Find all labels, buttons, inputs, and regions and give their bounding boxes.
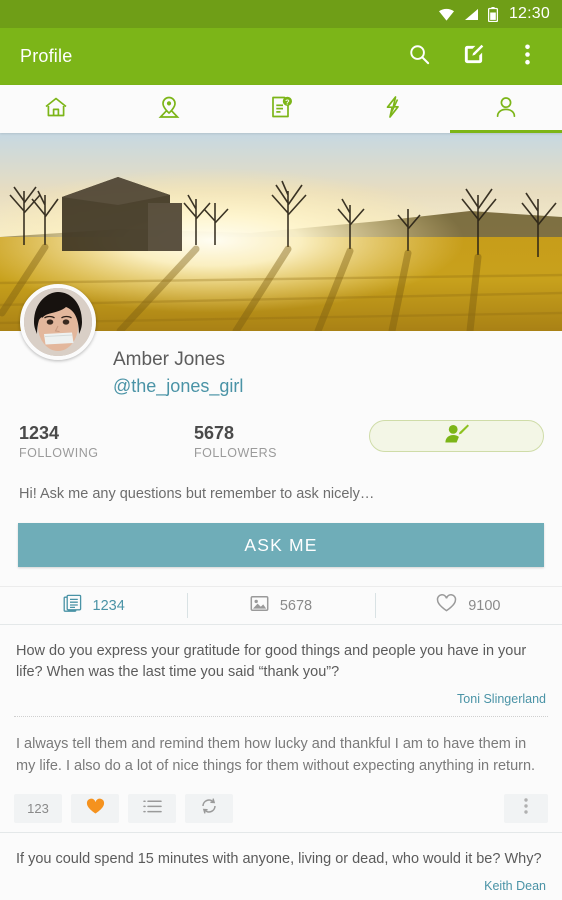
question-asker[interactable]: Keith Dean — [16, 870, 546, 900]
question-text: If you could spend 15 minutes with anyon… — [16, 851, 542, 867]
search-icon — [408, 43, 431, 71]
stat-answers[interactable]: 1234 — [0, 587, 187, 624]
followers-counter[interactable]: 5678 FOLLOWERS — [194, 422, 369, 462]
following-count: 1234 — [19, 423, 60, 443]
overflow-menu-icon — [524, 44, 530, 70]
profile-screen: 12:30 Profile ? Amber Jones @the_jones_g… — [0, 0, 562, 900]
search-button[interactable] — [398, 36, 440, 78]
tab-profile[interactable] — [449, 85, 562, 133]
repost-icon — [200, 797, 218, 820]
followers-count: 5678 — [194, 423, 235, 443]
profile-bio: Hi! Ask me any questions but remember to… — [19, 486, 375, 502]
question-asker[interactable]: Toni Slingerland — [16, 683, 546, 716]
profile-header: Amber Jones @the_jones_girl 1234 FOLLOWI… — [0, 284, 562, 504]
profile-full-name: Amber Jones — [113, 349, 225, 370]
signal-icon — [464, 8, 479, 21]
app-bar: Profile — [0, 28, 562, 85]
location-pin-icon — [155, 93, 183, 126]
edit-profile-icon — [444, 423, 470, 450]
person-icon — [492, 93, 520, 126]
post-overflow-button[interactable] — [504, 794, 548, 823]
stat-photos-value: 5678 — [279, 597, 313, 614]
following-counter[interactable]: 1234 FOLLOWING — [19, 422, 194, 462]
question-document-icon: ? — [267, 93, 295, 126]
tab-nearby[interactable] — [112, 85, 224, 133]
stat-likes-value: 9100 — [468, 597, 501, 614]
profile-stats-bar: 1234 5678 9100 — [0, 586, 562, 625]
app-bar-actions — [398, 36, 548, 78]
stat-likes[interactable]: 9100 — [374, 587, 562, 624]
tab-bar: ? — [0, 85, 562, 133]
following-label: FOLLOWING — [19, 446, 99, 460]
page-title: Profile — [20, 46, 73, 66]
wifi-icon — [438, 8, 455, 21]
like-count-button[interactable]: 123 — [14, 794, 62, 823]
photo-icon — [250, 594, 269, 618]
profile-username[interactable]: @the_jones_girl — [113, 373, 544, 400]
edit-profile-button[interactable] — [369, 420, 544, 452]
battery-icon — [487, 6, 498, 22]
answer-text: I always tell them and remind them how l… — [16, 736, 536, 774]
status-bar-time: 12:30 — [508, 5, 550, 22]
profile-counters: 1234 FOLLOWING 5678 FOLLOWERS — [18, 400, 544, 462]
answers-document-icon — [63, 594, 82, 618]
profile-names: Amber Jones @the_jones_girl — [18, 331, 544, 400]
question-block: If you could spend 15 minutes with anyon… — [0, 833, 562, 900]
avatar-image — [24, 288, 92, 356]
feed: How do you express your gratitude for go… — [0, 625, 562, 900]
compose-icon — [462, 43, 485, 71]
lightning-bolt-icon — [379, 93, 407, 126]
list-icon — [142, 799, 162, 819]
heart-outline-icon — [436, 593, 457, 618]
app-bar-overflow-button[interactable] — [506, 36, 548, 78]
action-bar-spacer — [242, 794, 495, 823]
home-icon — [42, 93, 70, 126]
post-action-bar: 123 — [0, 794, 562, 833]
avatar[interactable] — [20, 284, 96, 360]
tab-home[interactable] — [0, 85, 112, 133]
question-text: How do you express your gratitude for go… — [16, 643, 527, 680]
feed-post: How do you express your gratitude for go… — [0, 625, 562, 833]
svg-text:?: ? — [285, 97, 290, 106]
stat-answers-value: 1234 — [92, 597, 125, 614]
tab-questions[interactable]: ? — [225, 85, 337, 133]
repost-button[interactable] — [185, 794, 233, 823]
overflow-menu-icon — [524, 798, 528, 819]
comments-button[interactable] — [128, 794, 176, 823]
stat-photos[interactable]: 5678 — [187, 587, 374, 624]
like-button[interactable] — [71, 794, 119, 823]
heart-filled-icon — [86, 798, 105, 820]
feed-post: If you could spend 15 minutes with anyon… — [0, 833, 562, 900]
compose-button[interactable] — [452, 36, 494, 78]
tab-shoutouts[interactable] — [337, 85, 449, 133]
status-bar: 12:30 — [0, 0, 562, 28]
ask-me-button[interactable]: ASK ME — [18, 523, 544, 567]
followers-label: FOLLOWERS — [194, 446, 277, 460]
question-block: How do you express your gratitude for go… — [0, 625, 562, 716]
